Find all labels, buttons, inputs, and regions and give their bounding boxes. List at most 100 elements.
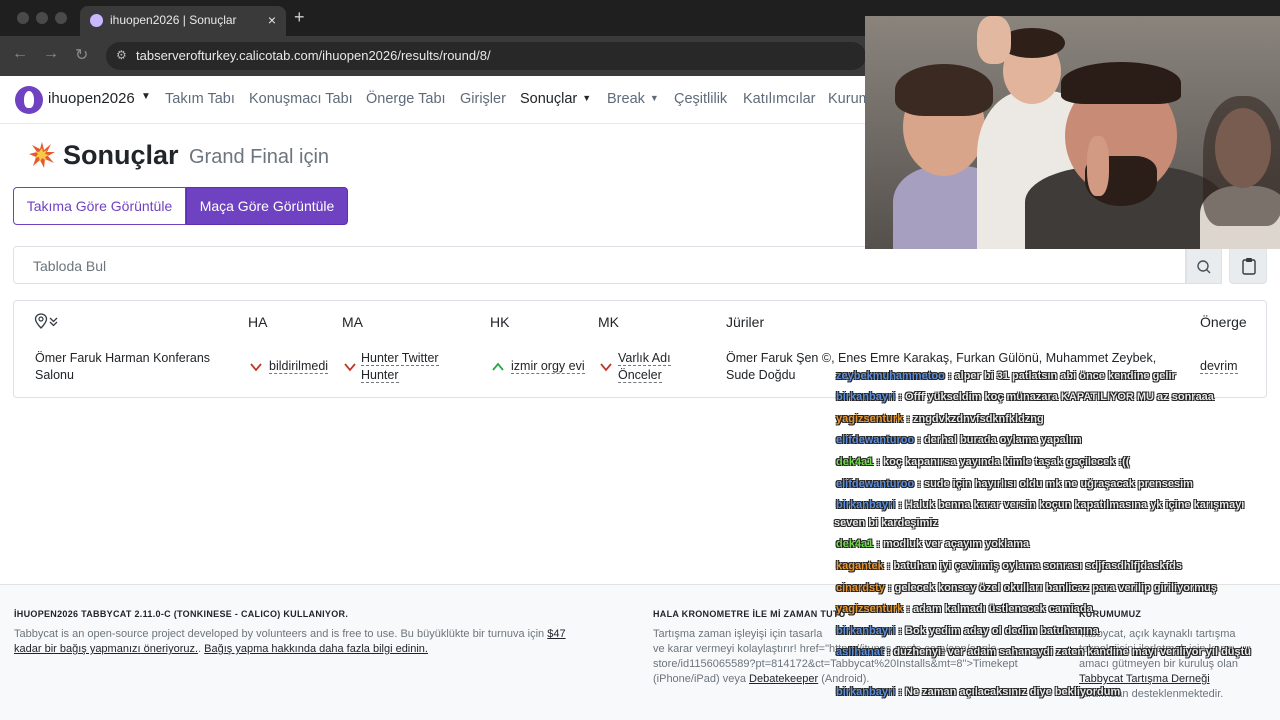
team-oa-name[interactable]: bildirilmedi [269, 359, 329, 374]
chat-text: : alper bi 31 patlatsın abi önce kendine… [947, 370, 1176, 382]
view-by-debate-button[interactable]: Maça Göre Görüntüle [186, 187, 348, 225]
venue-sort-icon[interactable] [34, 312, 62, 330]
copy-table-button[interactable] [1229, 246, 1267, 284]
chevron-down-icon [250, 363, 262, 372]
forward-icon[interactable]: → [43, 45, 59, 63]
chat-username: birkanbayri [836, 391, 896, 403]
tabbycat-association-link[interactable]: Tabbycat Tartışma Derneği [1079, 673, 1210, 685]
chat-message: aslihanat: duzhenyi: ver adam sahaneydi … [836, 646, 1251, 658]
col-header-cg[interactable]: HK [490, 314, 509, 330]
nav-break-label: Break [607, 91, 645, 107]
footer-text: . [198, 643, 202, 655]
pointing-finger [1087, 136, 1109, 196]
reload-icon[interactable]: ↻ [75, 45, 88, 65]
chat-message: seven bi kardeşimiz [834, 517, 938, 529]
site-settings-icon[interactable]: ⚙ [116, 48, 127, 62]
chat-text: seven bi kardeşimiz [834, 517, 938, 529]
team-og-cell[interactable]: Hunter Twitter Hunter [361, 350, 439, 384]
donation-amount-link[interactable]: $47 [547, 628, 565, 640]
window-close-dot[interactable] [17, 12, 29, 24]
nav-entries[interactable]: Girişler [460, 91, 506, 107]
raised-hand [977, 16, 1011, 64]
chat-username: zeybekmuhammetoo [836, 370, 945, 382]
window-minimize-dot[interactable] [36, 12, 48, 24]
chat-username: birkanbayri [836, 625, 896, 637]
person-center-hair [1061, 62, 1181, 104]
motion-cell[interactable]: devrim [1200, 358, 1238, 375]
team-co-cell[interactable]: Varlık Adı Önceler [618, 350, 671, 384]
donation-info-link[interactable]: Bağış yapma hakkında daha fazla bilgi ed… [204, 643, 428, 655]
chat-message: yagizsenturk: zngdvkzdnvfsdknfkldzng [836, 413, 1044, 425]
footer-text: store/id1156065589?pt=814172&ct=Tabbycat… [653, 658, 1018, 670]
back-icon[interactable]: ← [12, 45, 28, 63]
nav-diversity[interactable]: Çeşitlilik [674, 91, 727, 107]
footer-tabbycat-text: Tabbycat is an open-source project devel… [14, 627, 634, 657]
team-oa-cell[interactable]: bildirilmedi [269, 358, 329, 375]
motion-link[interactable]: devrim [1200, 359, 1238, 374]
col-header-og[interactable]: MA [342, 314, 363, 330]
person-right-hair [1203, 96, 1280, 226]
chat-message: elifdewanturoo: derhal burada oylama yap… [836, 434, 1082, 446]
team-og-name[interactable]: Hunter [361, 368, 399, 383]
clipboard-icon [1242, 258, 1256, 275]
chevron-down-icon: ▼ [582, 93, 592, 103]
chevron-down-icon [600, 363, 612, 372]
chat-text: : modluk ver açayım yoklama [876, 538, 1030, 550]
chat-username: aslihanat [836, 646, 884, 658]
debatekeeper-link[interactable]: Debatekeeper [749, 673, 818, 685]
chat-message: birkanbayri: Haluk benna karar versin ko… [836, 499, 1244, 511]
address-bar[interactable]: ⚙ tabserverofturkey.calicotab.com/ihuope… [106, 42, 866, 70]
chat-message: birkanbayri: Offf yükseldim koç münazara… [836, 391, 1214, 403]
team-co-name[interactable]: Önceler [618, 368, 662, 383]
chat-text: : zngdvkzdnvfsdknfkldzng [906, 413, 1044, 425]
search-button[interactable] [1186, 246, 1222, 284]
col-header-motion[interactable]: Önerge [1200, 314, 1247, 330]
chat-text: : sude için hayırlısı oldu mk ne uğraşac… [917, 478, 1193, 490]
team-co-name[interactable]: Varlık Adı [618, 351, 671, 366]
col-header-adjudicators[interactable]: Jüriler [726, 314, 764, 330]
nav-motion-tab[interactable]: Önerge Tabı [366, 91, 446, 107]
team-cg-cell[interactable]: izmir orgy evi [511, 358, 585, 375]
chevron-up-icon [492, 362, 504, 371]
chat-username: cinardsty [836, 582, 885, 594]
chat-message: elifdewanturoo: sude için hayırlısı oldu… [836, 478, 1193, 490]
chat-username: elifdewanturoo [836, 434, 915, 446]
col-header-co[interactable]: MK [598, 314, 619, 330]
col-header-oa[interactable]: HA [248, 314, 267, 330]
footer-text: (Android). [821, 673, 870, 685]
venue-line: Ömer Faruk Harman Konferans [35, 351, 211, 365]
chat-username: birkanbayri [836, 686, 896, 698]
footer-text: (iPhone/iPad) veya [653, 673, 746, 685]
chat-username: yagizsenturk [836, 413, 904, 425]
chevron-down-icon[interactable]: ▼ [141, 91, 151, 102]
nav-participants[interactable]: Katılımcılar [743, 91, 816, 107]
venue-line: Salonu [35, 368, 74, 382]
team-og-name[interactable]: Hunter Twitter [361, 351, 439, 366]
chat-username: elifdewanturoo [836, 478, 915, 490]
team-cg-name[interactable]: izmir orgy evi [511, 359, 585, 374]
table-search-input[interactable]: Tabloda Bul [13, 246, 1186, 284]
view-by-team-button[interactable]: Takıma Göre Görüntüle [13, 187, 186, 225]
tabbycat-logo-icon[interactable] [15, 86, 43, 114]
chat-text: : Haluk benna karar versin koçun kapatıl… [898, 499, 1245, 511]
chat-text: : koç kapanırsa yayında kimle taşak geçi… [876, 456, 1130, 468]
chat-message: dek4a1: koç kapanırsa yayında kimle taşa… [836, 456, 1129, 468]
chat-message: yagizsenturk: adam kalmadı üstlenecek ca… [836, 603, 1093, 615]
chat-text: : batuhan iyi çevirmiş oylama sonrası sd… [886, 560, 1182, 572]
search-icon [1197, 260, 1211, 274]
chat-username: yagizsenturk [836, 603, 904, 615]
browser-tab[interactable]: ihuopen2026 | Sonuçlar × [80, 6, 286, 36]
chat-text: : derhal burada oylama yapalım [917, 434, 1082, 446]
person-left-hair [895, 64, 993, 116]
nav-results[interactable]: Sonuçlar ▼ [520, 91, 591, 107]
tournament-brand[interactable]: ihuopen2026 [48, 90, 135, 107]
nav-team-tab[interactable]: Takım Tabı [165, 91, 235, 107]
window-zoom-dot[interactable] [55, 12, 67, 24]
nav-speaker-tab[interactable]: Konuşmacı Tabı [249, 91, 353, 107]
browser-tab-title: ihuopen2026 | Sonuçlar [110, 13, 237, 27]
new-tab-icon[interactable]: + [294, 7, 305, 28]
donation-link[interactable]: kadar bir bağış yapmanızı öneriyoruz. [14, 643, 198, 655]
nav-break[interactable]: Break ▼ [607, 91, 659, 107]
chat-text: : gelecek konsey özel okulları banlicaz … [887, 582, 1217, 594]
close-icon[interactable]: × [268, 12, 276, 28]
